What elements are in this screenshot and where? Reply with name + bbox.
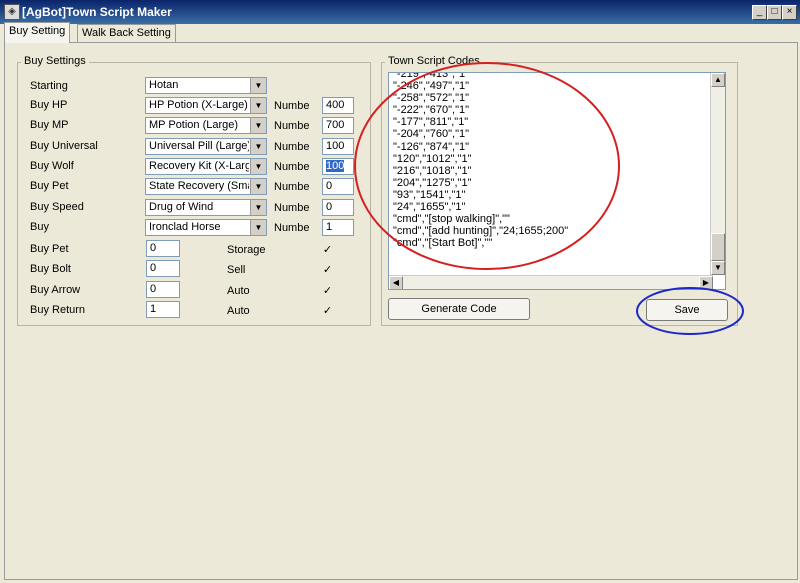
tab-buy-setting[interactable]: Buy Setting [4,22,71,43]
red-annotation-circle [354,62,620,270]
annotation-overlay [354,62,744,335]
blue-annotation-circle [636,287,744,335]
